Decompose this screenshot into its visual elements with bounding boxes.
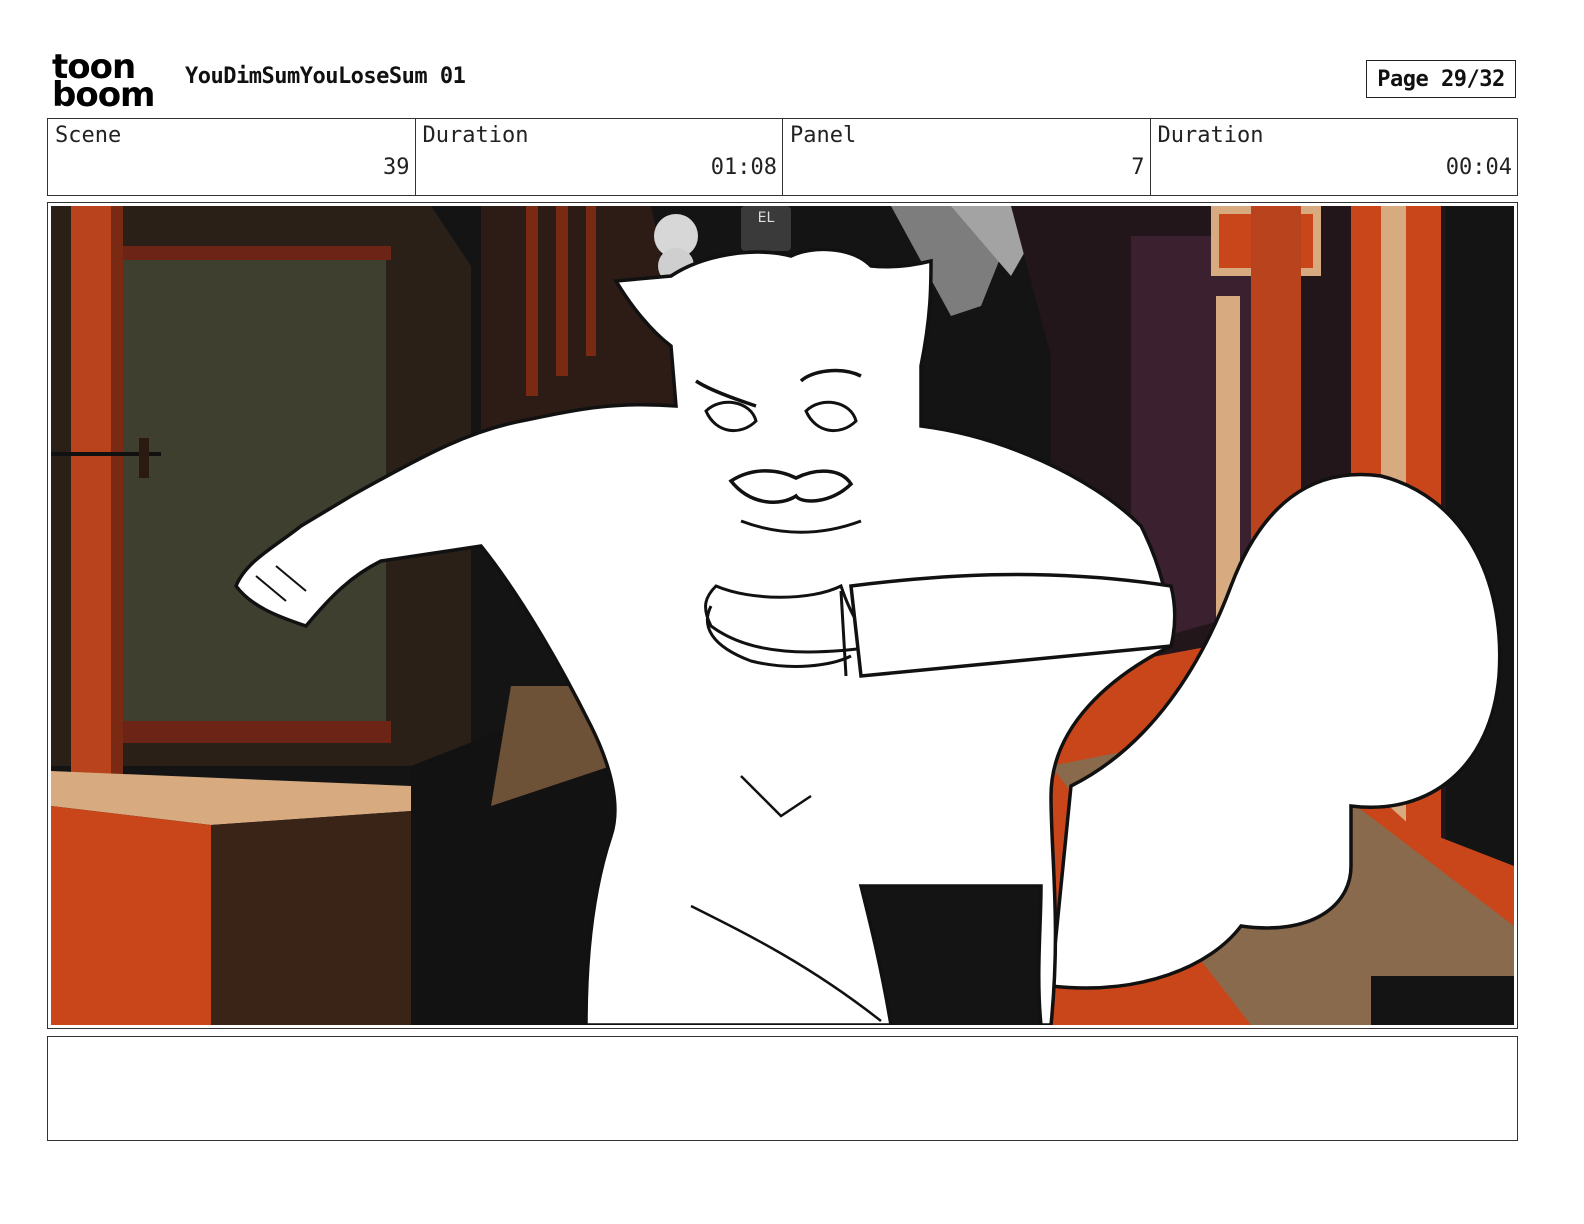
panel-duration-value: 00:04: [1445, 155, 1512, 180]
scene-cell: Scene 39: [48, 119, 416, 195]
panel-cell: Panel 7: [783, 119, 1151, 195]
scene-info-table: Scene 39 Duration 01:08 Panel 7 Duration…: [47, 118, 1518, 196]
page-indicator: Page 29/32: [1366, 60, 1516, 98]
panel-label: Panel: [790, 123, 857, 148]
logo-text-bottom: boom: [52, 75, 155, 115]
scene-value: 39: [383, 155, 410, 180]
scene-duration-cell: Duration 01:08: [416, 119, 783, 195]
panel-notes-box: [47, 1036, 1518, 1141]
scene-duration-value: 01:08: [710, 155, 777, 180]
panel-duration-cell: Duration 00:04: [1151, 119, 1518, 195]
panel-duration-label: Duration: [1157, 123, 1264, 148]
scene-duration-label: Duration: [422, 123, 529, 148]
scene-label: Scene: [55, 123, 122, 148]
project-title: YouDimSumYouLoseSum 01: [185, 64, 466, 89]
panel-value: 7: [1131, 155, 1145, 180]
toon-boom-logo: toon boom: [52, 50, 164, 115]
sign-letters: EL: [758, 210, 775, 226]
storyboard-panel-image: EL: [51, 206, 1514, 1025]
